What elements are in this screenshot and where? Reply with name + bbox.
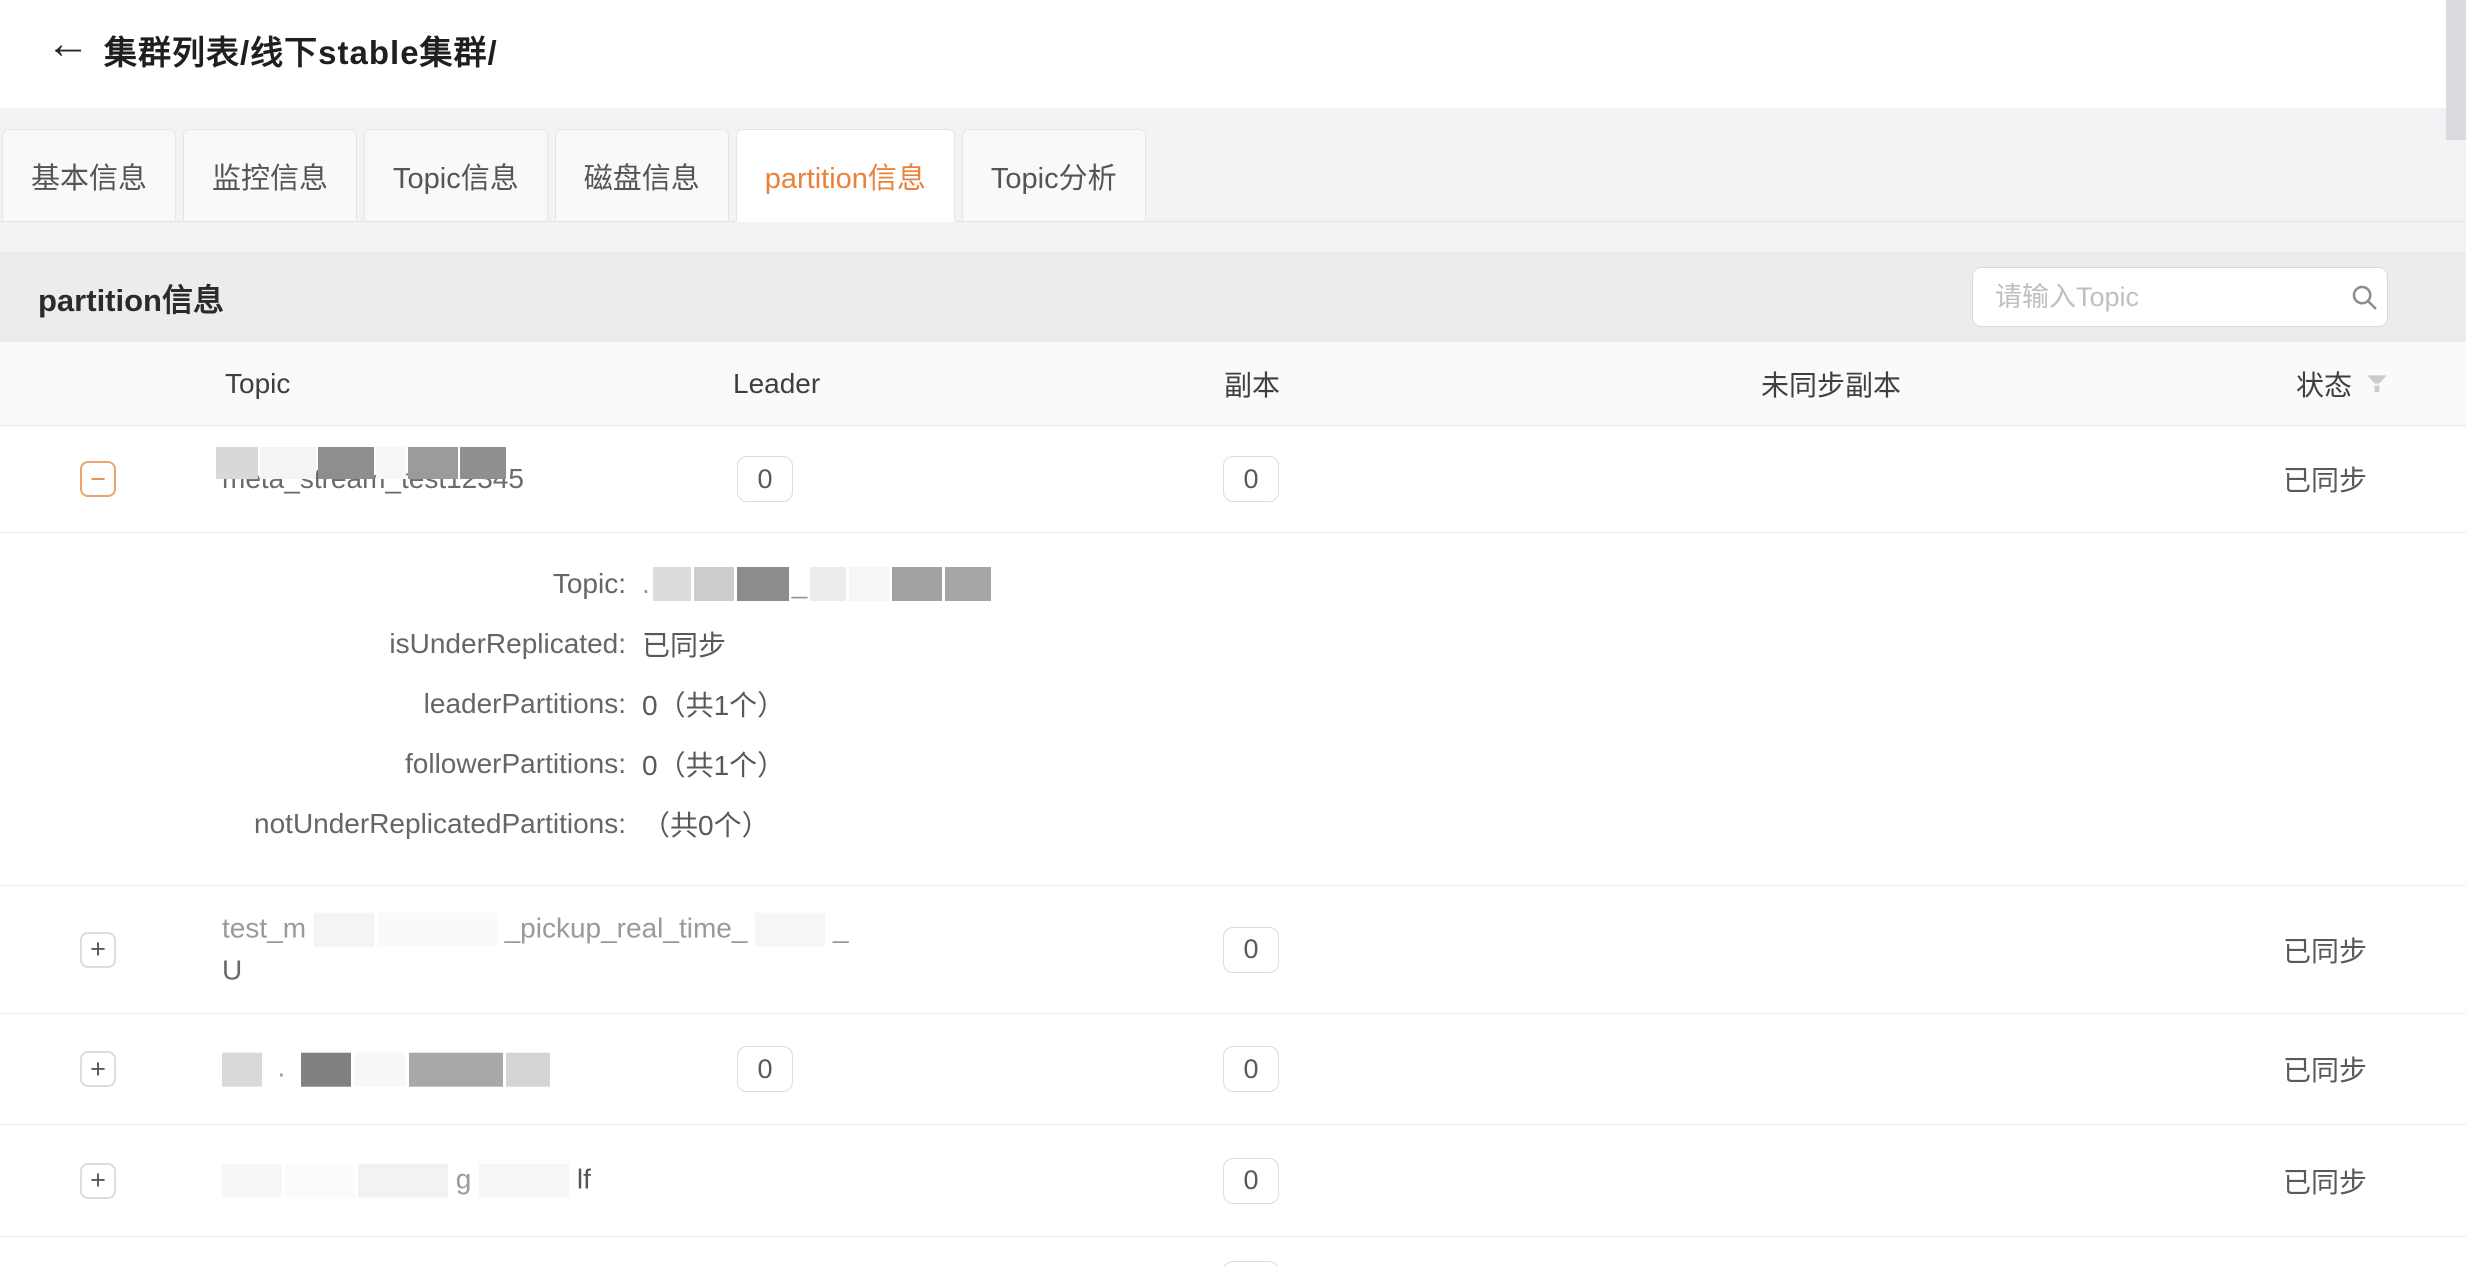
replica-count-chip: 0 bbox=[1223, 1261, 1279, 1267]
redaction-blocks bbox=[653, 567, 789, 601]
tab-label: 基本信息 bbox=[31, 155, 147, 197]
expand-row-button[interactable]: + bbox=[80, 1051, 116, 1087]
redaction-blocks bbox=[222, 1052, 262, 1086]
page-header: ← 集群列表/线下stable集群/ bbox=[0, 0, 2466, 108]
vertical-scrollbar-thumb[interactable] bbox=[2446, 0, 2466, 140]
table-row[interactable]: + . 0 0 已同步 bbox=[0, 1014, 2466, 1125]
topic-search-box[interactable] bbox=[1972, 267, 2388, 327]
tab-label: Topic信息 bbox=[393, 155, 519, 197]
table-row[interactable]: 0 bbox=[0, 1237, 2466, 1267]
page-title: 集群列表/线下stable集群/ bbox=[104, 26, 498, 74]
tab-label: Topic分析 bbox=[991, 155, 1117, 197]
column-header-topic: Topic bbox=[225, 342, 290, 426]
search-icon[interactable] bbox=[2349, 282, 2379, 312]
status-header-label: 状态 bbox=[2296, 364, 2352, 404]
tab-content-gutter bbox=[0, 222, 2466, 252]
redacted-topic-name: test_m _pickup_real_time_ _ bbox=[222, 912, 849, 947]
tab-monitor-info[interactable]: 监控信息 bbox=[183, 129, 357, 221]
replica-count-chip: 0 bbox=[1223, 927, 1279, 973]
partition-detail-panel: Topic: . _ isUnderReplicated: 已同步 bbox=[0, 533, 2466, 886]
tab-label: 磁盘信息 bbox=[584, 155, 700, 197]
topic-cell: meta_stream_test12345 bbox=[222, 463, 524, 495]
table-row[interactable]: + g lf 0 已同步 bbox=[0, 1125, 2466, 1237]
column-header-unsynced-replica: 未同步副本 bbox=[1761, 342, 1901, 426]
leader-count-chip: 0 bbox=[737, 456, 793, 502]
replica-count-chip: 0 bbox=[1223, 456, 1279, 502]
detail-label: isUnderReplicated: bbox=[0, 628, 626, 660]
section-title: partition信息 bbox=[38, 275, 224, 320]
column-header-status: 状态 bbox=[2296, 342, 2390, 426]
redaction-blocks bbox=[216, 447, 506, 479]
partition-table-header: Topic Leader 副本 未同步副本 状态 bbox=[0, 342, 2466, 426]
leader-count-chip: 0 bbox=[737, 1046, 793, 1092]
replica-count-chip: 0 bbox=[1223, 1046, 1279, 1092]
redacted-topic-name: meta_stream_test12345 bbox=[222, 463, 524, 495]
table-row[interactable]: − meta_stream_test12345 0 0 已同步 bbox=[0, 426, 2466, 533]
redaction-blocks bbox=[479, 1164, 569, 1198]
status-badge: 已同步 bbox=[2283, 459, 2367, 499]
detail-value: 已同步 bbox=[642, 624, 726, 664]
tab-label: partition信息 bbox=[765, 155, 926, 197]
topic-cell: . bbox=[222, 1052, 550, 1087]
redaction-blocks bbox=[222, 1164, 448, 1198]
topic-second-line: U bbox=[222, 955, 849, 987]
topic-search-input[interactable] bbox=[1995, 282, 2349, 313]
detail-row-notunderreplicatedpartitions: notUnderReplicatedPartitions: （共0个） bbox=[0, 794, 2466, 854]
status-filter-icon[interactable] bbox=[2364, 371, 2390, 397]
detail-label: Topic: bbox=[0, 568, 626, 600]
page: ← 集群列表/线下stable集群/ 基本信息 监控信息 Topic信息 磁盘信… bbox=[0, 0, 2466, 1268]
detail-label: notUnderReplicatedPartitions: bbox=[0, 808, 626, 840]
detail-label: leaderPartitions: bbox=[0, 688, 626, 720]
tab-label: 监控信息 bbox=[212, 155, 328, 197]
tab-basic-info[interactable]: 基本信息 bbox=[2, 129, 176, 221]
expand-row-button[interactable]: + bbox=[80, 1163, 116, 1199]
table-row[interactable]: + test_m _pickup_real_time_ _ U 0 已同步 bbox=[0, 886, 2466, 1014]
tab-partition-info[interactable]: partition信息 bbox=[736, 129, 955, 222]
column-header-leader: Leader bbox=[733, 342, 820, 426]
detail-value: 0（共1个） bbox=[642, 684, 785, 724]
detail-row-isunderreplicated: isUnderReplicated: 已同步 bbox=[0, 614, 2466, 674]
replica-count-chip: 0 bbox=[1223, 1158, 1279, 1204]
status-badge: 已同步 bbox=[2283, 930, 2367, 970]
redaction-blocks bbox=[301, 1052, 550, 1086]
tab-topic-info[interactable]: Topic信息 bbox=[364, 129, 548, 221]
back-arrow-icon[interactable]: ← bbox=[46, 22, 90, 66]
tab-topic-analysis[interactable]: Topic分析 bbox=[962, 129, 1146, 221]
status-badge: 已同步 bbox=[2283, 1161, 2367, 1201]
collapse-row-button[interactable]: − bbox=[80, 461, 116, 497]
tab-bar: 基本信息 监控信息 Topic信息 磁盘信息 partition信息 Topic… bbox=[0, 108, 2466, 222]
detail-label: followerPartitions: bbox=[0, 748, 626, 780]
partition-section-bar: partition信息 bbox=[0, 252, 2466, 342]
tab-disk-info[interactable]: 磁盘信息 bbox=[555, 129, 729, 221]
detail-value: （共0个） bbox=[642, 804, 770, 844]
topic-cell: g lf bbox=[222, 1163, 591, 1198]
expand-row-button[interactable]: + bbox=[80, 932, 116, 968]
topic-cell: test_m _pickup_real_time_ _ U bbox=[222, 912, 849, 987]
status-badge: 已同步 bbox=[2283, 1049, 2367, 1089]
column-header-replica: 副本 bbox=[1224, 342, 1280, 426]
detail-row-followerpartitions: followerPartitions: 0（共1个） bbox=[0, 734, 2466, 794]
redaction-blocks bbox=[810, 567, 991, 601]
detail-row-topic: Topic: . _ bbox=[0, 554, 2466, 614]
detail-value-redacted: . _ bbox=[642, 567, 991, 601]
detail-value: 0（共1个） bbox=[642, 744, 785, 784]
detail-row-leaderpartitions: leaderPartitions: 0（共1个） bbox=[0, 674, 2466, 734]
